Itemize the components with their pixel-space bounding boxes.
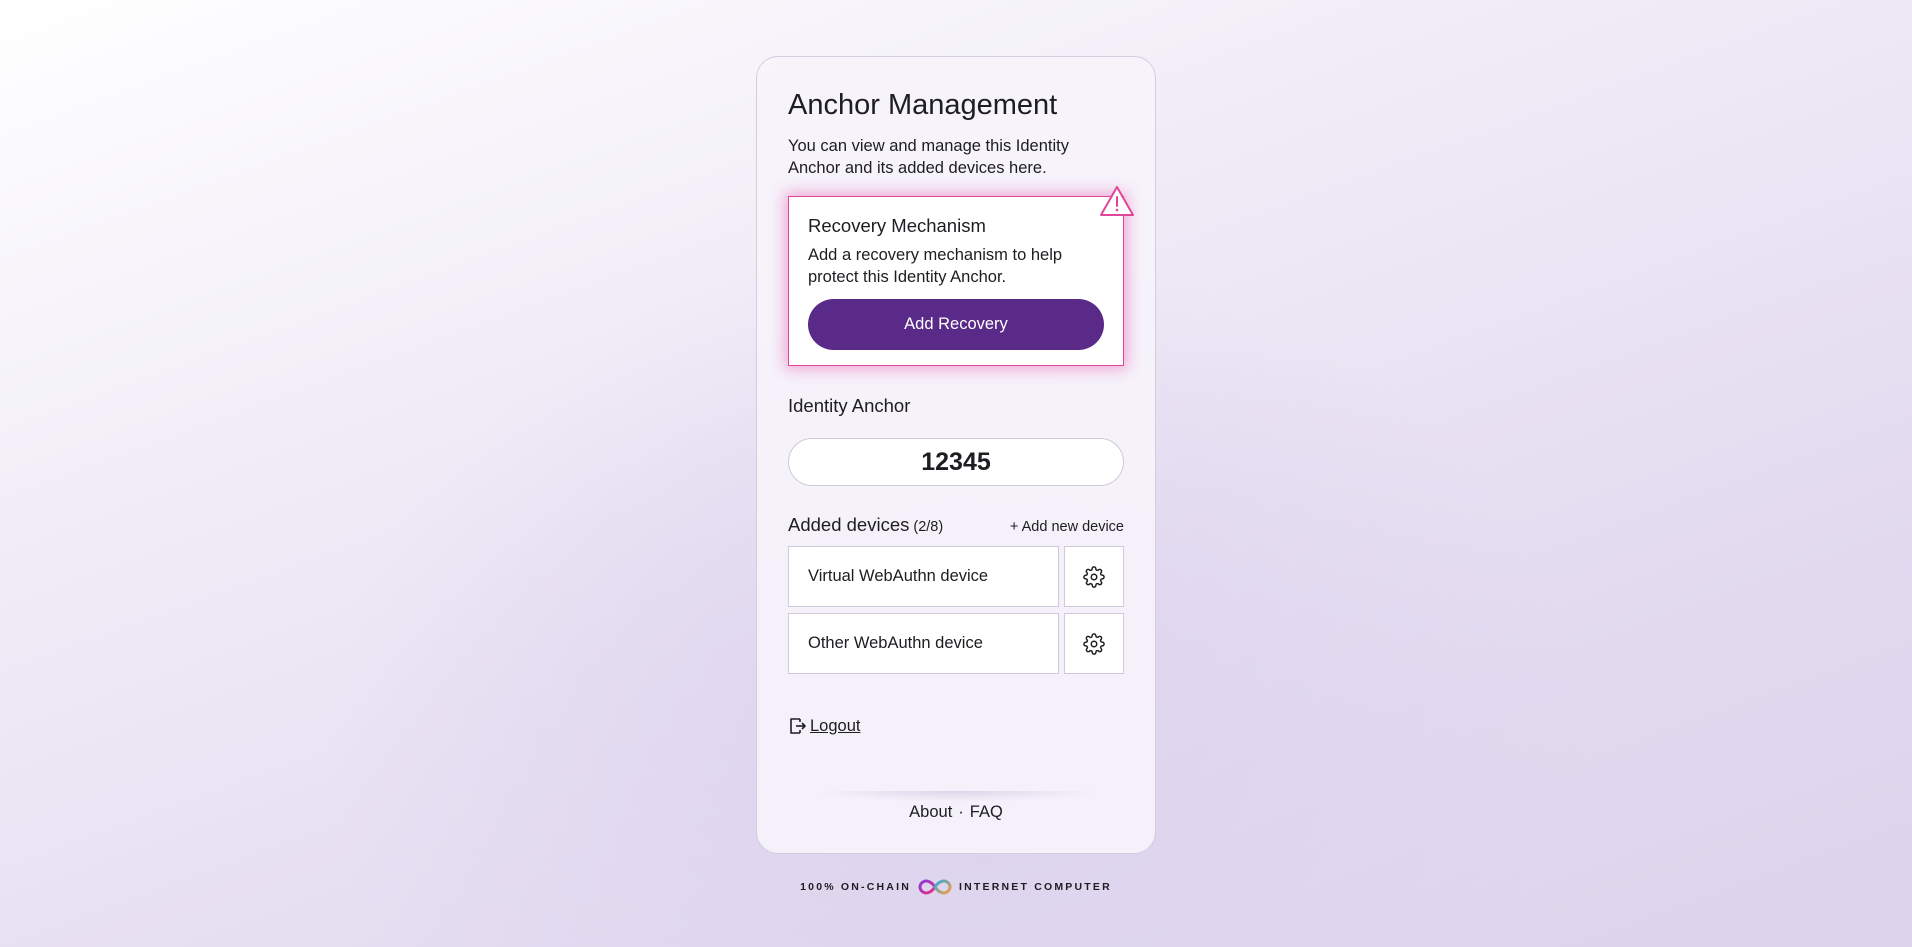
- infinity-logo-icon: [918, 879, 952, 895]
- recovery-title: Recovery Mechanism: [808, 215, 986, 236]
- page-title: Anchor Management: [788, 89, 1058, 121]
- identity-anchor-value: 12345: [788, 438, 1124, 486]
- footer-separator: ·: [958, 803, 964, 821]
- logout-link[interactable]: Logout: [788, 716, 1124, 736]
- device-settings-button[interactable]: [1064, 613, 1124, 674]
- device-row: Virtual WebAuthn device: [788, 546, 1124, 607]
- gear-icon: [1083, 565, 1105, 588]
- device-name: Other WebAuthn device: [788, 613, 1059, 674]
- add-recovery-button[interactable]: Add Recovery: [808, 299, 1104, 350]
- devices-count: (2/8): [913, 519, 944, 535]
- devices-header: Added devices (2/8) + Add new device: [788, 514, 1124, 536]
- recovery-mechanism-panel: Recovery Mechanism Add a recovery mechan…: [788, 186, 1134, 366]
- about-link[interactable]: About: [909, 803, 952, 821]
- logout-icon: [790, 718, 806, 734]
- devices-title: Added devices: [788, 514, 910, 535]
- recovery-description: Add a recovery mechanism to help protect…: [808, 246, 1063, 286]
- footer-divider: [821, 791, 1093, 801]
- logout-label: Logout: [810, 716, 861, 735]
- device-row: Other WebAuthn device: [788, 613, 1124, 674]
- anchor-management-card: Anchor Management You can view and manag…: [756, 56, 1156, 854]
- brand-left-text: 100% ON-CHAIN: [800, 881, 911, 893]
- brand-footer: 100% ON-CHAIN INTERNET COMPUTER: [0, 878, 1912, 896]
- footer-links: About · FAQ: [757, 803, 1155, 822]
- brand-right-text: INTERNET COMPUTER: [958, 881, 1112, 893]
- device-settings-button[interactable]: [1064, 546, 1124, 607]
- identity-anchor-label: Identity Anchor: [788, 395, 911, 416]
- devices-title-group: Added devices (2/8): [788, 514, 943, 536]
- warning-triangle-icon: [1100, 186, 1134, 216]
- faq-link[interactable]: FAQ: [970, 803, 1003, 821]
- device-name: Virtual WebAuthn device: [788, 546, 1059, 607]
- device-list: Virtual WebAuthn device Other WebAuthn d…: [788, 546, 1124, 674]
- add-new-device-button[interactable]: + Add new device: [1010, 519, 1124, 535]
- gear-icon: [1083, 632, 1105, 655]
- page-subtitle: You can view and manage this Identity An…: [788, 137, 1069, 177]
